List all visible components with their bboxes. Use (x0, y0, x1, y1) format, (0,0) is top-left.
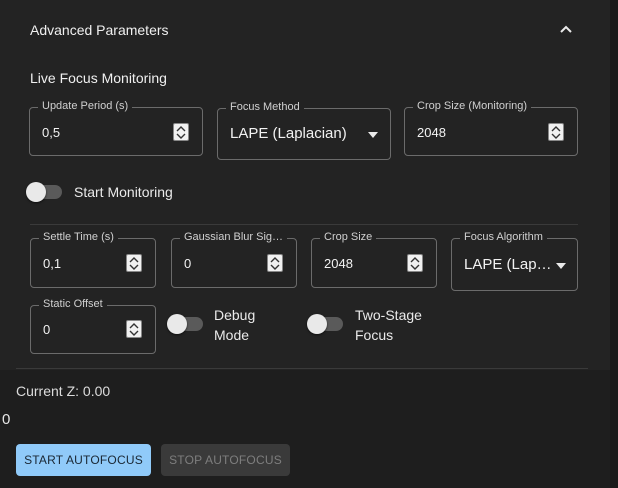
current-z-readout: Current Z: 0.00 (16, 383, 111, 399)
stop-autofocus-button[interactable]: STOP AUTOFOCUS (161, 444, 290, 476)
static-offset-stepper[interactable] (126, 320, 142, 338)
gaussian-blur-label: Gaussian Blur Sig… (180, 231, 288, 243)
stepper-up-icon[interactable] (176, 126, 186, 132)
chevron-up-icon[interactable] (558, 22, 574, 38)
stepper-down-icon[interactable] (410, 264, 420, 270)
stepper-down-icon[interactable] (551, 133, 561, 139)
focus-algorithm-label: Focus Algorithm (460, 231, 547, 243)
focus-method-label: Focus Method (226, 101, 304, 113)
start-monitoring-toggle[interactable]: Start Monitoring (26, 182, 176, 204)
crop-size-field[interactable]: Crop Size 2048 (311, 231, 437, 288)
debug-mode-label-line1: Debug (214, 307, 256, 323)
update-period-field[interactable]: Update Period (s) 0,5 (29, 100, 203, 156)
toggle-knob[interactable] (167, 314, 187, 334)
update-period-value[interactable]: 0,5 (42, 125, 60, 140)
start-monitoring-label: Start Monitoring (74, 184, 173, 200)
crop-size-monitoring-label: Crop Size (Monitoring) (413, 100, 532, 112)
stepper-up-icon[interactable] (410, 257, 420, 263)
toggle-knob[interactable] (26, 182, 46, 202)
two-stage-label-line1: Two-Stage (355, 307, 422, 323)
stepper-down-icon[interactable] (270, 264, 280, 270)
update-period-stepper[interactable] (173, 123, 189, 141)
focus-algorithm-select[interactable]: Focus Algorithm LAPE (Lap… (451, 231, 578, 291)
two-stage-focus-toggle[interactable]: Two-Stage Focus (306, 305, 436, 347)
start-autofocus-button[interactable]: START AUTOFOCUS (16, 444, 151, 476)
stepper-down-icon[interactable] (129, 264, 139, 270)
crop-size-stepper[interactable] (407, 254, 423, 272)
panel-divider (16, 368, 588, 369)
crop-size-monitoring-stepper[interactable] (548, 123, 564, 141)
debug-mode-toggle[interactable]: Debug Mode (166, 305, 276, 347)
live-focus-monitoring-title: Live Focus Monitoring (30, 70, 167, 86)
static-offset-label: Static Offset (39, 298, 107, 310)
stepper-up-icon[interactable] (129, 323, 139, 329)
settle-time-stepper[interactable] (126, 254, 142, 272)
stepper-down-icon[interactable] (176, 133, 186, 139)
status-counter: 0 (2, 411, 11, 428)
stepper-up-icon[interactable] (129, 257, 139, 263)
stepper-up-icon[interactable] (270, 257, 280, 263)
update-period-label: Update Period (s) (38, 100, 133, 112)
settle-time-value[interactable]: 0,1 (43, 256, 61, 271)
settle-time-field[interactable]: Settle Time (s) 0,1 (30, 231, 156, 288)
static-offset-value[interactable]: 0 (43, 322, 50, 337)
dropdown-arrow-icon (368, 132, 378, 138)
settle-time-label: Settle Time (s) (39, 231, 118, 243)
two-stage-label-line2: Focus (355, 327, 394, 343)
crop-size-monitoring-field[interactable]: Crop Size (Monitoring) 2048 (404, 100, 578, 156)
advanced-parameters-title: Advanced Parameters (30, 22, 169, 38)
focus-method-select[interactable]: Focus Method LAPE (Laplacian) (217, 101, 391, 160)
stepper-down-icon[interactable] (129, 330, 139, 336)
crop-size-monitoring-value[interactable]: 2048 (417, 125, 446, 140)
focus-method-value: LAPE (Laplacian) (230, 125, 347, 142)
dropdown-arrow-icon (556, 263, 566, 269)
crop-size-value[interactable]: 2048 (324, 256, 353, 271)
gaussian-blur-field[interactable]: Gaussian Blur Sig… 0 (171, 231, 297, 288)
gaussian-blur-stepper[interactable] (267, 254, 283, 272)
section-divider (30, 224, 578, 225)
toggle-knob[interactable] (307, 314, 327, 334)
static-offset-field[interactable]: Static Offset 0 (30, 298, 156, 354)
scrollbar-gutter (610, 0, 618, 488)
debug-mode-label-line2: Mode (214, 327, 250, 343)
focus-algorithm-value: LAPE (Lap… (464, 256, 552, 273)
crop-size-label: Crop Size (320, 231, 377, 243)
gaussian-blur-value[interactable]: 0 (184, 256, 191, 271)
stepper-up-icon[interactable] (551, 126, 561, 132)
